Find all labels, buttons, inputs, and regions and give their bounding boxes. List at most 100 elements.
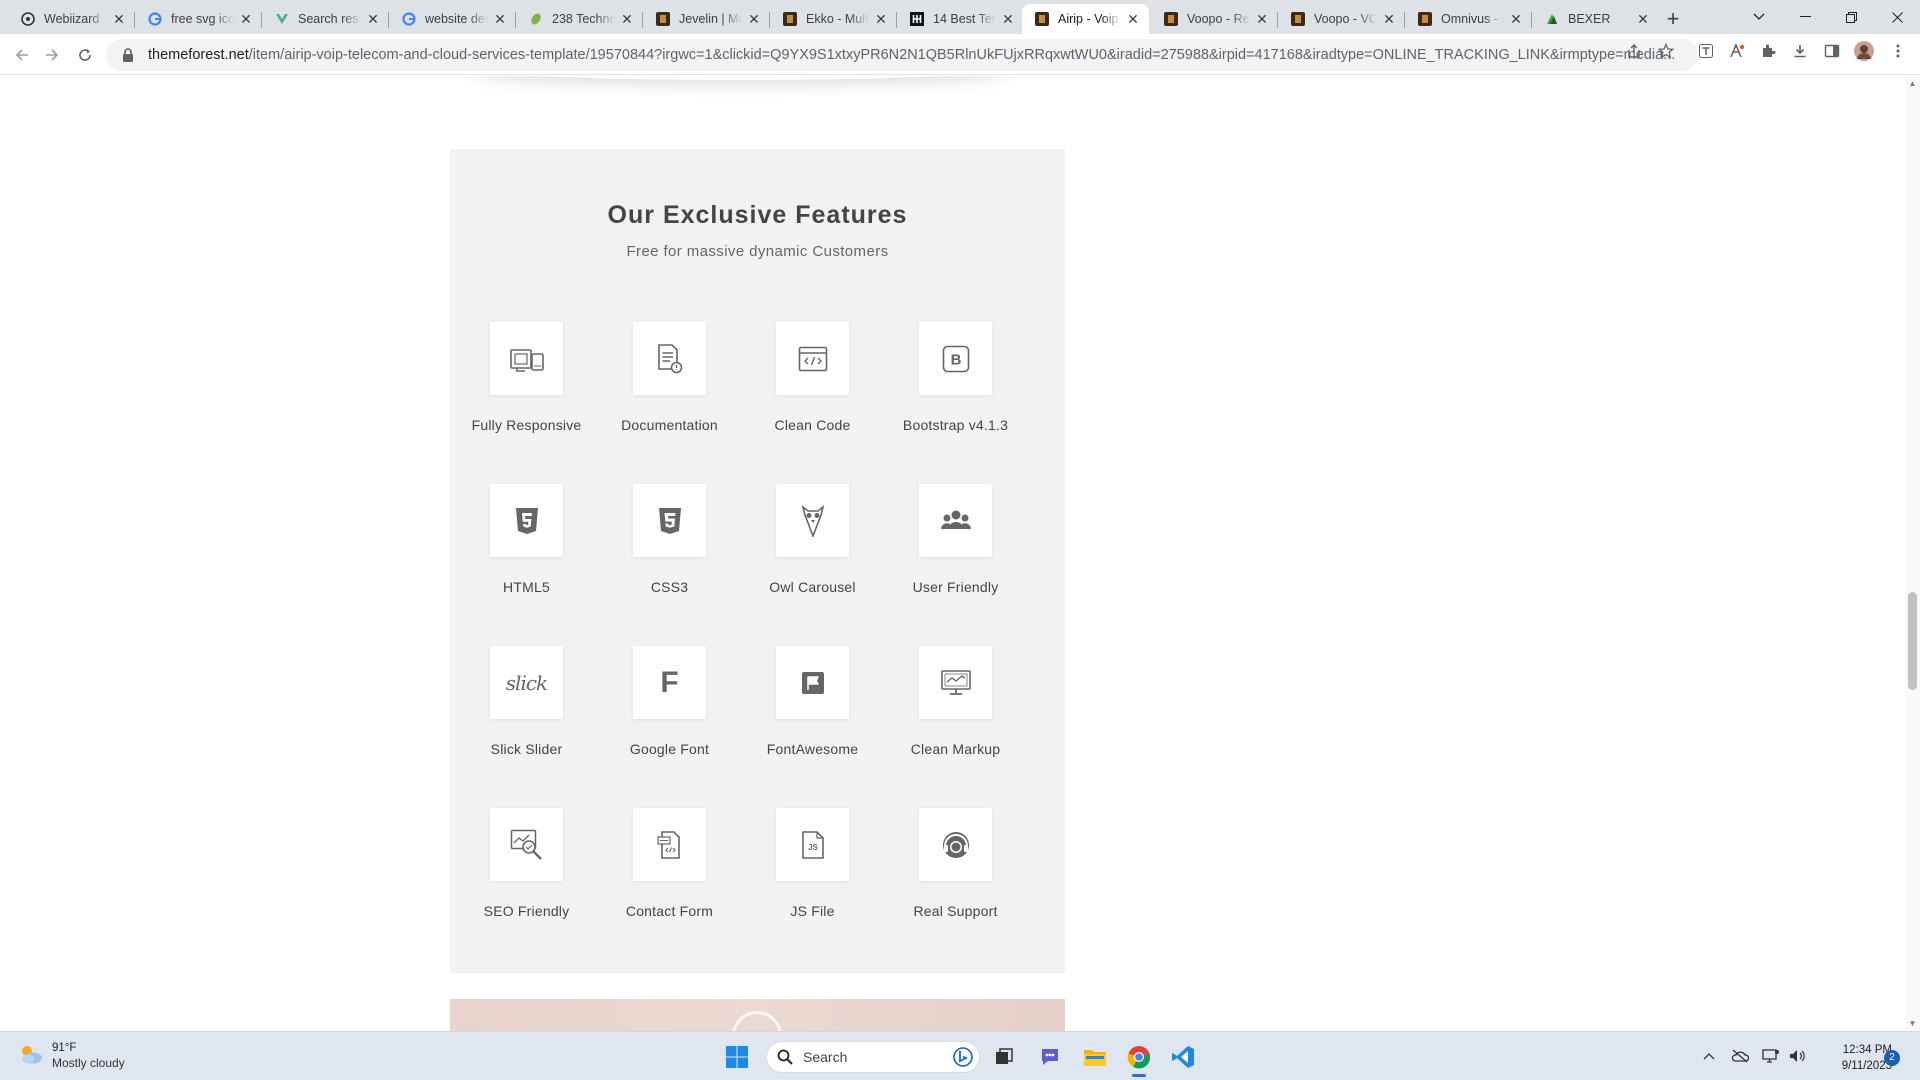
feature-fontawesome: FontAwesome	[741, 646, 884, 757]
close-tab-icon[interactable]: ✕	[1254, 11, 1270, 27]
close-tab-icon[interactable]: ✕	[1381, 11, 1397, 27]
tab-238-technology[interactable]: 238 Technology ✕	[516, 4, 643, 34]
google-icon	[401, 11, 417, 27]
feature-fully-responsive: Fully Responsive	[455, 322, 598, 433]
devices-icon	[490, 322, 563, 395]
play-circle-icon[interactable]	[732, 1011, 782, 1031]
clock[interactable]: 12:34 PM 9/11/2023	[1812, 1042, 1892, 1074]
bootstrap-icon: B	[919, 322, 992, 395]
feature-bootstrap: B Bootstrap v4.1.3	[884, 322, 1027, 433]
side-panel-icon[interactable]	[1822, 41, 1842, 61]
tab-jevelin[interactable]: Jevelin | Multi ✕	[643, 4, 770, 34]
tab-ekko[interactable]: Ekko - Multi ✕	[770, 4, 897, 34]
feature-html5: HTML5	[455, 484, 598, 595]
tab-free-svg-icons[interactable]: free svg icons ✕	[135, 4, 262, 34]
close-window-button[interactable]	[1874, 0, 1920, 34]
bookmark-star-icon[interactable]	[1656, 41, 1676, 61]
restore-button[interactable]	[1828, 0, 1874, 34]
close-tab-icon[interactable]: ✕	[492, 11, 508, 27]
volume-icon[interactable]	[1788, 1047, 1806, 1065]
themeforest-icon	[655, 11, 671, 27]
tab-omnivus[interactable]: Omnivus - I ✕	[1405, 4, 1532, 34]
flag-icon	[776, 646, 849, 719]
tab-14-best-templates[interactable]: 14 Best Templates ✕	[897, 4, 1024, 34]
close-tab-icon[interactable]: ✕	[1000, 11, 1016, 27]
html5-icon	[490, 484, 563, 557]
feature-js-file: JS JS File	[741, 808, 884, 919]
extension-a-icon[interactable]	[1727, 41, 1747, 61]
feature-seo-friendly: SEO Friendly	[455, 808, 598, 919]
task-view-icon[interactable]	[987, 1040, 1021, 1074]
tab-website-design[interactable]: website design ✕	[389, 4, 516, 34]
chevron-up-icon[interactable]	[1700, 1047, 1718, 1065]
notification-badge[interactable]: 2	[1884, 1050, 1900, 1066]
minimize-button[interactable]	[1782, 0, 1828, 34]
teams-chat-icon[interactable]	[1033, 1040, 1067, 1074]
scrollbar-thumb[interactable]	[1908, 592, 1917, 690]
close-tab-icon[interactable]: ✕	[365, 11, 381, 27]
download-icon[interactable]	[1790, 41, 1810, 61]
reload-icon[interactable]	[71, 41, 99, 69]
tab-bexer[interactable]: BEXER ✕	[1532, 4, 1659, 34]
close-tab-icon[interactable]: ✕	[619, 11, 635, 27]
taskbar-search-box[interactable]: Search	[766, 1041, 980, 1073]
feature-real-support: Real Support	[884, 808, 1027, 919]
feature-documentation: Documentation	[598, 322, 741, 433]
chrome-icon[interactable]	[1122, 1040, 1156, 1077]
network-icon[interactable]	[1762, 1047, 1780, 1065]
feature-owl-carousel: Owl Carousel	[741, 484, 884, 595]
svg-text:JS: JS	[808, 843, 818, 852]
css3-icon	[633, 484, 706, 557]
feature-google-font: F Google Font	[598, 646, 741, 757]
address-bar[interactable]: themeforest.net/item/airip-voip-telecom-…	[106, 39, 1698, 71]
scroll-down-arrow-icon[interactable]: ▼	[1908, 1019, 1917, 1028]
feature-user-friendly: User Friendly	[884, 484, 1027, 595]
windows-start-icon[interactable]	[720, 1040, 754, 1074]
more-menu-icon[interactable]	[1888, 41, 1908, 61]
url-text[interactable]: themeforest.net/item/airip-voip-telecom-…	[148, 47, 1698, 63]
tab-search-results[interactable]: Search results ✕	[262, 4, 389, 34]
close-tab-icon[interactable]: ✕	[1508, 11, 1524, 27]
page-viewport: Our Exclusive Features Free for massive …	[0, 76, 1905, 1031]
themeforest-icon	[1290, 11, 1306, 27]
close-tab-icon[interactable]: ✕	[238, 11, 254, 27]
lock-icon[interactable]	[122, 48, 136, 62]
close-tab-icon[interactable]: ✕	[873, 11, 889, 27]
share-icon[interactable]	[1624, 41, 1644, 61]
back-arrow-icon[interactable]	[8, 41, 36, 69]
extension-t-icon[interactable]	[1696, 41, 1716, 61]
tab-voopo-vo[interactable]: Voopo - VO ✕	[1278, 4, 1405, 34]
close-tab-icon[interactable]: ✕	[1635, 11, 1651, 27]
themeforest-icon	[1163, 11, 1179, 27]
forward-arrow-icon[interactable]	[38, 41, 66, 69]
page-scrollbar[interactable]: ▲ ▼	[1905, 76, 1920, 1031]
avatar[interactable]	[1854, 41, 1874, 61]
features-title: Our Exclusive Features	[607, 201, 908, 229]
new-tab-button[interactable]: +	[1660, 6, 1686, 32]
scroll-up-arrow-icon[interactable]: ▲	[1908, 79, 1917, 88]
code-window-icon	[776, 322, 849, 395]
tab-search-chevron-icon[interactable]	[1736, 0, 1782, 34]
headset-icon	[919, 808, 992, 881]
form-file-icon	[633, 808, 706, 881]
tab-webiizard[interactable]: Webiizard ✕	[8, 4, 135, 34]
feature-slick-slider: slick Slick Slider	[455, 646, 598, 757]
onedrive-icon[interactable]	[1731, 1047, 1749, 1065]
monitor-icon	[919, 646, 992, 719]
puzzle-extensions-icon[interactable]	[1758, 41, 1778, 61]
tab-airip-voip[interactable]: Airip - Voip ✕	[1022, 4, 1149, 34]
bing-icon[interactable]	[953, 1047, 973, 1067]
themeforest-icon	[782, 11, 798, 27]
tab-voopo-re[interactable]: Voopo - Re ✕	[1151, 4, 1278, 34]
close-tab-icon[interactable]: ✕	[1125, 11, 1141, 27]
vue-icon	[274, 11, 290, 27]
weather-widget[interactable]: 91°F Mostly cloudy	[18, 1041, 125, 1071]
close-tab-icon[interactable]: ✕	[746, 11, 762, 27]
slick-icon: slick	[490, 646, 563, 719]
feature-css3: CSS3	[598, 484, 741, 595]
vscode-icon[interactable]	[1166, 1040, 1200, 1074]
file-explorer-icon[interactable]	[1078, 1040, 1112, 1074]
svg-text:B: B	[950, 351, 961, 368]
cloudy-sun-icon	[18, 1043, 44, 1070]
close-tab-icon[interactable]: ✕	[111, 11, 127, 27]
